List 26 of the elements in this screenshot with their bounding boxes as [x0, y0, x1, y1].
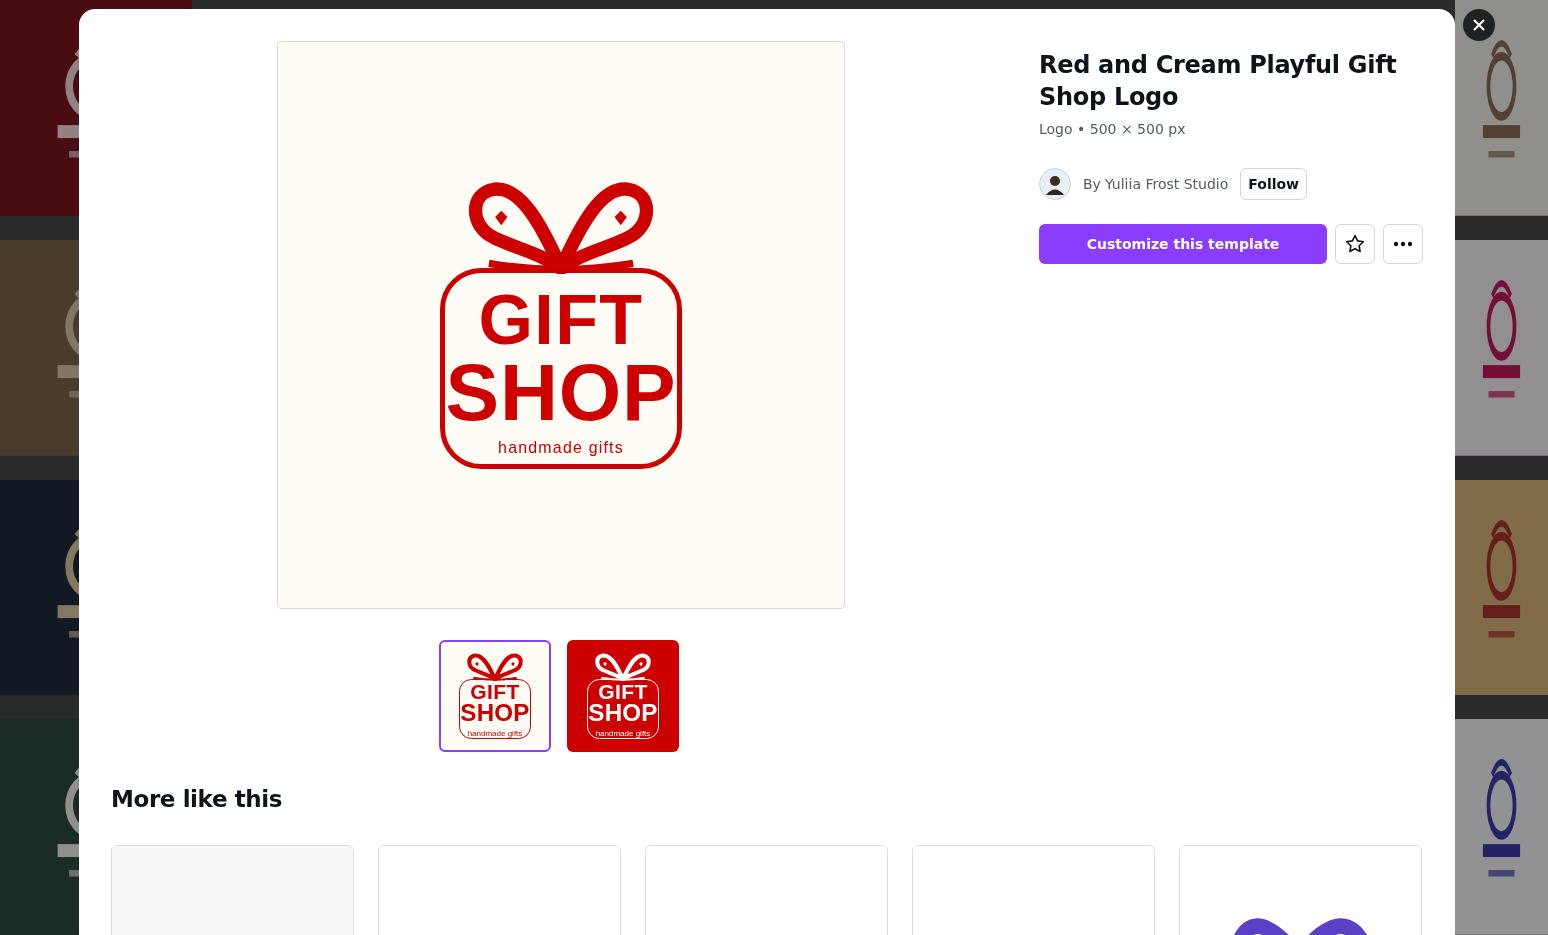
logo-tagline: handmade gifts — [467, 729, 523, 738]
logo-tagline: handmade gifts — [498, 439, 624, 456]
logo-text: GIFT — [470, 682, 520, 703]
author-prefix: By — [1083, 176, 1101, 192]
bow-icon — [592, 652, 654, 681]
logo-text: SHOP — [588, 702, 658, 726]
section-title: More like this — [111, 786, 284, 812]
follow-button[interactable]: Follow — [1240, 168, 1308, 200]
close-icon — [1473, 19, 1485, 31]
logo-text: GIFT — [478, 287, 644, 354]
logo-text: GIFT — [598, 682, 648, 703]
author-link[interactable]: Yuliia Frost Studio — [1104, 176, 1229, 192]
favorite-button[interactable] — [1335, 224, 1375, 264]
customize-button[interactable]: Customize this template — [1039, 224, 1327, 264]
logo-text: SHOP — [445, 353, 677, 430]
logo-text: SHOP — [460, 702, 530, 726]
thumbnail[interactable]: GIFT SHOP handmade gifts — [567, 640, 679, 752]
more-button[interactable] — [1383, 224, 1423, 264]
template-meta: Logo • 500 × 500 px — [1039, 121, 1187, 137]
avatar-icon — [1039, 168, 1071, 200]
logo-tagline: handmade gifts — [595, 729, 651, 738]
bow-icon — [464, 652, 526, 681]
more-icon — [1393, 241, 1413, 247]
star-icon — [1344, 233, 1366, 255]
template-title: Red and Cream Playful Gift Shop Logo — [1039, 50, 1398, 113]
thumbnail[interactable]: GIFT SHOP handmade gifts — [439, 640, 551, 752]
